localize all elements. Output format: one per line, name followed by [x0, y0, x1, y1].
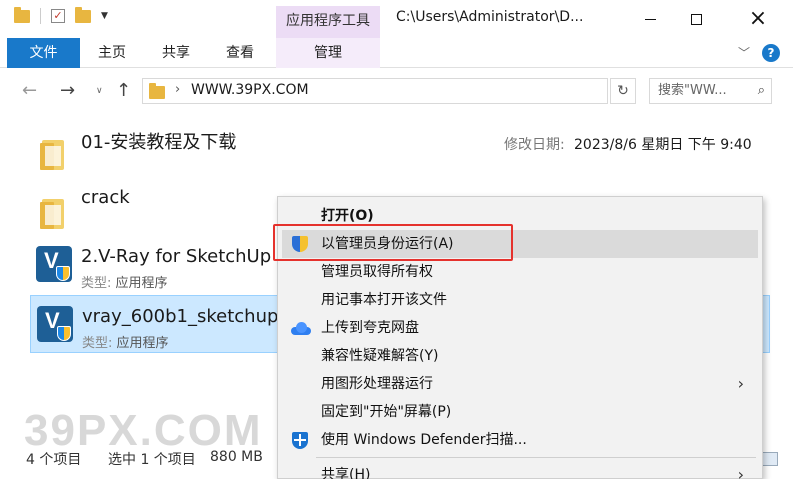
toolbar-divider — [40, 8, 41, 24]
close-button[interactable]: × — [735, 0, 781, 38]
file-name: 2.V-Ray for SketchUp V — [81, 246, 290, 267]
search-input[interactable]: 搜索"WW... ⌕ — [649, 78, 772, 104]
file-name: 01-安装教程及下载 — [81, 132, 237, 153]
menu-item-compatibility[interactable]: 兼容性疑难解答(Y) — [282, 342, 758, 370]
date-label: 修改日期: — [504, 137, 565, 153]
customize-toolbar-chevron-icon[interactable]: ▼ — [101, 11, 108, 21]
file-name: crack — [81, 187, 130, 208]
search-placeholder: 搜索"WW... — [658, 83, 727, 98]
window-title: C:\Users\Administrator\D... — [396, 9, 584, 25]
help-icon[interactable]: ? — [762, 44, 780, 62]
recent-locations-chevron-icon[interactable]: ∨ — [96, 86, 103, 96]
file-type: 类型: 应用程序 — [82, 336, 169, 351]
submenu-chevron-icon: › — [737, 374, 744, 393]
maximize-icon — [690, 13, 702, 25]
menu-item-upload-quark[interactable]: 上传到夸克网盘 — [282, 314, 758, 342]
tab-file[interactable]: 文件 — [7, 38, 80, 68]
quick-access-toolbar: ✓ ▼ — [14, 6, 108, 24]
menu-item-share[interactable]: 共享(H) › — [282, 461, 758, 479]
new-folder-icon[interactable] — [75, 6, 91, 23]
breadcrumb[interactable]: WWW.39PX.COM — [191, 82, 309, 98]
menu-item-run-with-gpu[interactable]: 用图形处理器运行 › — [282, 370, 758, 398]
navigation-bar: ← → ∨ ↑ › WWW.39PX.COM ↻ 搜索"WW... ⌕ — [0, 70, 793, 112]
menu-item-take-ownership[interactable]: 管理员取得所有权 — [282, 258, 758, 286]
selection-count: 选中 1 个项目 — [108, 452, 196, 468]
expand-ribbon-chevron-icon[interactable]: ﹀ — [738, 44, 750, 61]
folder-icon — [149, 83, 165, 99]
menu-item-defender-scan[interactable]: 使用 Windows Defender扫描... — [282, 426, 758, 454]
maximize-button[interactable] — [673, 0, 719, 38]
submenu-chevron-icon: › — [737, 465, 744, 479]
quark-cloud-icon — [291, 319, 311, 337]
ribbon: 文件 主页 共享 查看 管理 ﹀ ? — [0, 38, 793, 68]
minimize-button[interactable] — [627, 0, 673, 38]
tab-view[interactable]: 查看 — [218, 38, 262, 68]
tab-manage[interactable]: 管理 — [276, 38, 380, 68]
menu-item-pin-to-start[interactable]: 固定到"开始"屏幕(P) — [282, 398, 758, 426]
up-arrow-icon[interactable]: ↑ — [116, 80, 131, 101]
item-count: 4 个项目 — [26, 452, 82, 468]
file-name: vray_600b1_sketchup_v — [82, 306, 299, 327]
address-input[interactable]: › WWW.39PX.COM — [142, 78, 608, 104]
title-bar: ✓ ▼ 应用程序工具 C:\Users\Administrator\D... × — [0, 0, 793, 38]
folder-icon[interactable] — [14, 6, 30, 23]
folder-icon — [34, 126, 74, 170]
refresh-button[interactable]: ↻ — [610, 78, 636, 104]
file-type: 类型: 应用程序 — [81, 276, 168, 291]
back-arrow-icon[interactable]: ← — [22, 80, 37, 101]
search-icon: ⌕ — [757, 83, 765, 98]
breadcrumb-chevron-icon[interactable]: › — [175, 82, 180, 97]
date-value: 2023/8/6 星期日 下午 9:40 — [574, 137, 752, 153]
tab-home[interactable]: 主页 — [90, 38, 134, 68]
annotation-highlight — [273, 224, 513, 261]
windows-defender-icon — [291, 431, 309, 449]
close-icon: × — [748, 6, 768, 31]
vray-app-icon: V — [34, 244, 74, 284]
vray-app-icon: V — [35, 304, 75, 344]
properties-check-icon[interactable]: ✓ — [51, 9, 65, 23]
forward-arrow-icon[interactable]: → — [60, 80, 75, 101]
refresh-icon: ↻ — [617, 83, 629, 99]
menu-divider — [316, 457, 756, 458]
minimize-icon — [644, 18, 656, 20]
file-row-folder-tutorial[interactable]: 01-安装教程及下载 修改日期: 2023/8/6 星期日 下午 9:40 — [30, 118, 770, 176]
contextual-tab-group: 应用程序工具 — [276, 6, 380, 38]
selection-size: 880 MB — [210, 449, 263, 465]
folder-icon — [34, 185, 74, 229]
tab-share[interactable]: 共享 — [154, 38, 198, 68]
menu-item-open-with-notepad[interactable]: 用记事本打开该文件 — [282, 286, 758, 314]
